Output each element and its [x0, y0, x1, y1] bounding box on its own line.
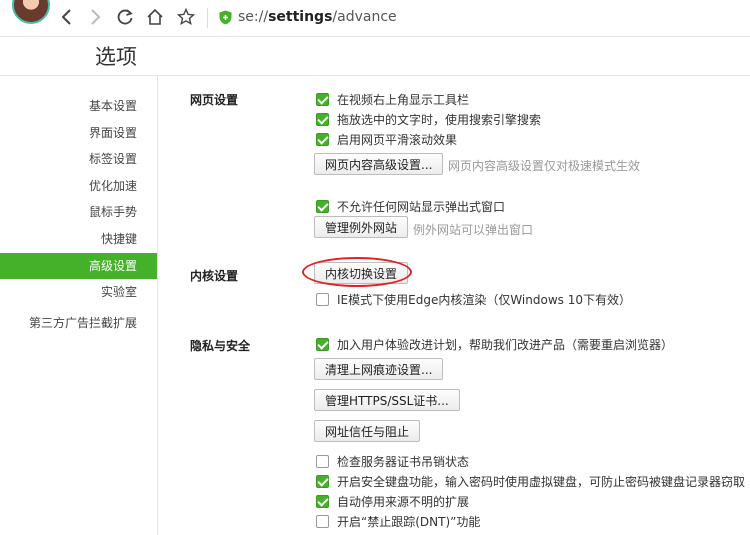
checkbox[interactable] — [316, 338, 329, 351]
checkbox[interactable] — [316, 93, 329, 106]
option-label: 启用网页平滑滚动效果 — [337, 133, 458, 147]
star-icon — [177, 8, 195, 26]
exceptions-hint: 例外网站可以弹出窗口 — [413, 223, 534, 237]
reload-icon — [117, 9, 133, 25]
checkbox[interactable] — [316, 293, 329, 306]
favorite-button[interactable] — [175, 6, 197, 28]
option-secure-keyboard[interactable]: 开启安全键盘功能，输入密码时使用虚拟键盘，可防止密码被键盘记录器窃取 — [316, 473, 745, 490]
checkbox[interactable] — [316, 475, 329, 488]
web-content-advanced-button[interactable]: 网页内容高级设置... — [314, 153, 444, 175]
sidebar-item-ad-block[interactable]: 第三方广告拦截扩展 — [29, 310, 137, 336]
url-scheme: se:// — [238, 9, 269, 25]
option-user-experience[interactable]: 加入用户体验改进计划，帮助我们改进产品（需要重启浏览器） — [316, 336, 673, 353]
option-label: 加入用户体验改进计划，帮助我们改进产品（需要重启浏览器） — [337, 338, 674, 352]
section-title-kernel: 内核设置 — [190, 269, 239, 283]
option-label: 拖放选中的文字时，使用搜索引擎搜索 — [337, 113, 542, 127]
checkbox[interactable] — [316, 515, 329, 528]
chevron-right-icon — [91, 9, 101, 25]
url-host: settings — [268, 9, 333, 25]
toolbar-divider — [207, 8, 208, 28]
checkbox[interactable] — [316, 495, 329, 508]
web-content-advanced-hint: 网页内容高级设置仅对极速模式生效 — [448, 159, 641, 173]
sidebar-item-interface[interactable]: 界面设置 — [89, 120, 137, 146]
checkbox[interactable] — [316, 200, 329, 213]
address-bar[interactable]: se://settings/advance — [238, 9, 397, 25]
home-button[interactable] — [144, 6, 166, 28]
back-button[interactable] — [56, 6, 78, 28]
reload-button[interactable] — [114, 6, 136, 28]
option-label: 开启安全键盘功能，输入密码时使用虚拟键盘，可防止密码被键盘记录器窃取 — [337, 475, 746, 489]
manage-certificates-button[interactable]: 管理HTTPS/SSL证书... — [314, 389, 460, 411]
avatar[interactable] — [12, 0, 50, 24]
settings-sidebar: 基本设置 界面设置 标签设置 优化加速 鼠标手势 快捷键 高级设置 实验室 第三… — [0, 76, 158, 535]
forward-button[interactable] — [84, 6, 106, 28]
checkbox[interactable] — [316, 133, 329, 146]
option-video-toolbar[interactable]: 在视频右上角显示工具栏 — [316, 91, 469, 108]
option-smooth-scroll[interactable]: 启用网页平滑滚动效果 — [316, 131, 457, 148]
sidebar-item-labs[interactable]: 实验室 — [101, 279, 137, 305]
home-icon — [147, 8, 163, 25]
sidebar-item-shortcuts[interactable]: 快捷键 — [101, 226, 137, 252]
option-do-not-track[interactable]: 开启“禁止跟踪(DNT)”功能 — [316, 513, 480, 530]
checkbox[interactable] — [316, 455, 329, 468]
option-disable-unknown-extensions[interactable]: 自动停用来源不明的扩展 — [316, 493, 469, 510]
sidebar-item-mouse-gestures[interactable]: 鼠标手势 — [89, 199, 137, 225]
checkbox[interactable] — [316, 113, 329, 126]
sidebar-item-advanced[interactable]: 高级设置 — [0, 253, 157, 279]
shield-icon — [219, 10, 232, 25]
sidebar-item-optimization[interactable]: 优化加速 — [89, 173, 137, 199]
option-block-popups[interactable]: 不允许任何网站显示弹出式窗口 — [316, 198, 505, 215]
clear-traces-button[interactable]: 清理上网痕迹设置... — [314, 358, 444, 380]
option-label: 在视频右上角显示工具栏 — [337, 93, 470, 107]
highlight-circle — [302, 257, 412, 287]
chevron-left-icon — [61, 9, 71, 25]
option-label: 开启“禁止跟踪(DNT)”功能 — [337, 515, 481, 529]
browser-toolbar: se://settings/advance — [0, 0, 750, 37]
url-trust-block-button[interactable]: 网址信任与阻止 — [314, 420, 421, 442]
manage-exceptions-button[interactable]: 管理例外网站 — [314, 216, 409, 238]
option-label: 不允许任何网站显示弹出式窗口 — [337, 200, 506, 214]
url-path: /advance — [332, 9, 397, 25]
page-title: 选项 — [95, 45, 137, 69]
option-label: 检查服务器证书吊销状态 — [337, 455, 470, 469]
option-label: 自动停用来源不明的扩展 — [337, 495, 470, 509]
section-title-privacy: 隐私与安全 — [190, 339, 251, 353]
option-drag-search[interactable]: 拖放选中的文字时，使用搜索引擎搜索 — [316, 111, 541, 128]
option-label: IE模式下使用Edge内核渲染（仅Windows 10下有效） — [337, 293, 631, 307]
sidebar-item-tabs[interactable]: 标签设置 — [89, 146, 137, 172]
sidebar-item-basic[interactable]: 基本设置 — [89, 93, 137, 119]
option-edge-kernel[interactable]: IE模式下使用Edge内核渲染（仅Windows 10下有效） — [316, 291, 631, 308]
option-cert-revocation[interactable]: 检查服务器证书吊销状态 — [316, 453, 469, 470]
section-title-web: 网页设置 — [190, 93, 239, 107]
